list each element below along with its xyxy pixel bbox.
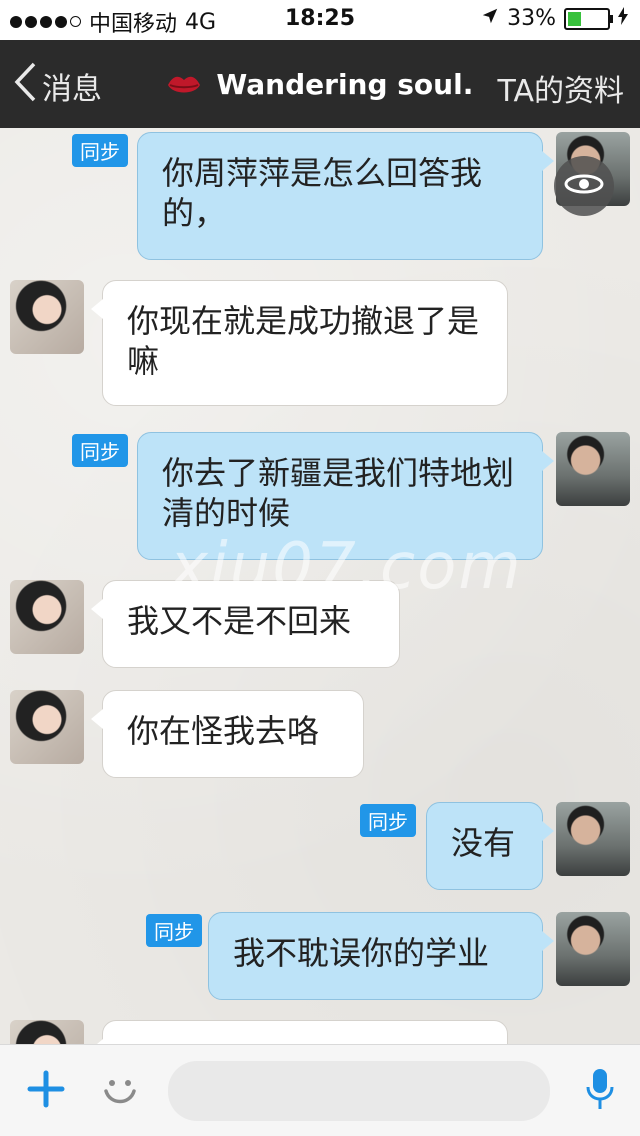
message-text: 你在怪我去咯 [127,712,320,750]
message-bubble-other[interactable] [91,1020,508,1044]
battery-percent: 33% [507,6,556,31]
status-bar: 中国移动 4G 18:25 33% [0,0,640,40]
plus-icon[interactable] [24,1067,68,1111]
sync-badge: 同步 [146,914,202,947]
contact-avatar[interactable] [10,580,84,654]
my-avatar[interactable] [556,432,630,506]
charging-bolt-icon [618,6,628,31]
message-text: 你去了新疆是我们特地划清的时候 [162,454,515,532]
message-bubble-other[interactable]: 你现在就是成功撤退了是嘛 [91,280,508,406]
emoji-icon[interactable] [100,1069,140,1109]
message-bubble-other[interactable]: 你在怪我去咯 [91,690,364,778]
contact-avatar[interactable] [10,280,84,354]
message-text: 你现在就是成功撤退了是嘛 [127,302,480,380]
watermark: xiu07.com [170,530,523,604]
sync-badge: 同步 [72,434,128,467]
microphone-icon[interactable] [584,1067,616,1111]
chat-screen: 中国移动 4G 18:25 33% 消息 Wandering soul. TA的… [0,0,640,1136]
contact-name: Wandering soul. [216,68,474,101]
message-text: 没有 [451,824,516,862]
eye-icon [564,171,604,201]
input-bar [0,1044,640,1136]
message-text: 我又不是不回来 [127,602,352,640]
message-input[interactable] [168,1061,550,1121]
lips-icon [167,68,211,101]
profile-button[interactable]: TA的资料 [497,66,624,110]
message-text: 你周萍萍是怎么回答我的， [162,154,483,232]
contact-avatar[interactable] [10,690,84,764]
battery-fill [568,11,581,26]
floating-eye-button[interactable] [554,156,614,216]
battery-icon [564,7,613,30]
message-bubble-mine[interactable]: 没有 [426,802,554,890]
navigation-bar: 消息 Wandering soul. TA的资料 [0,40,640,128]
message-text: 我不耽误你的学业 [233,934,490,972]
my-avatar[interactable] [556,912,630,986]
my-avatar[interactable] [556,802,630,876]
contact-avatar[interactable] [10,1020,84,1044]
sync-badge: 同步 [72,134,128,167]
location-arrow-icon [481,6,499,31]
message-bubble-mine[interactable]: 你周萍萍是怎么回答我的， [137,132,554,260]
message-bubble-mine[interactable]: 我不耽误你的学业 [208,912,554,1000]
status-right: 33% [481,6,628,31]
sync-badge: 同步 [360,804,416,837]
